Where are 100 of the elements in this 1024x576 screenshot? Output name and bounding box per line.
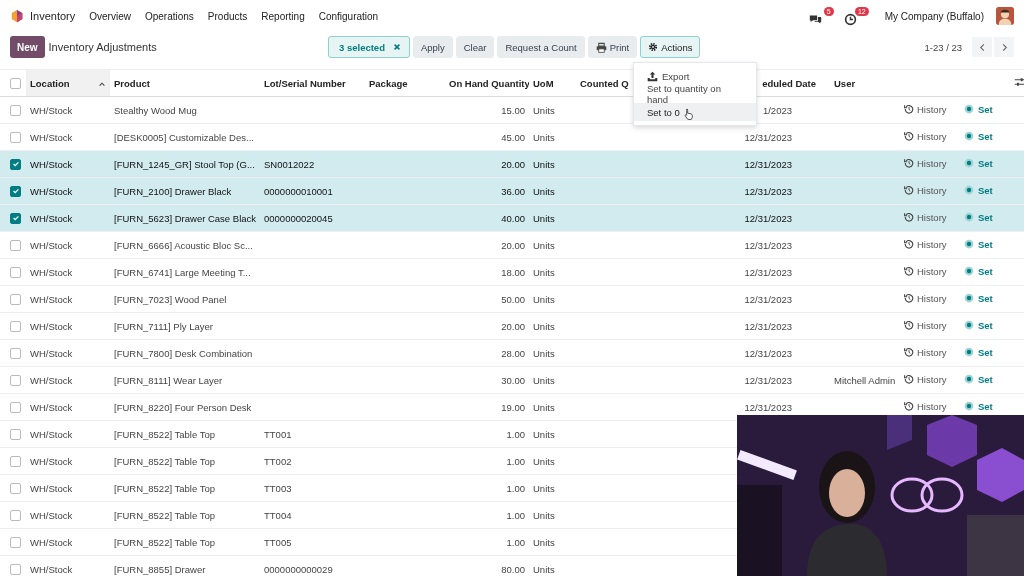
table-cell: WH/Stock (30, 212, 73, 224)
row-checkbox[interactable] (10, 105, 21, 116)
toolbar-button[interactable]: Apply (412, 36, 453, 58)
row-checkbox[interactable] (10, 510, 21, 521)
row-checkbox[interactable] (10, 132, 21, 143)
table-cell: 12/31/2023 (744, 320, 792, 332)
set-link[interactable]: Set (964, 103, 993, 115)
set-link[interactable]: Set (964, 373, 993, 385)
row-checkbox[interactable] (10, 321, 21, 332)
history-link[interactable]: History (904, 400, 947, 412)
row-checkbox[interactable] (10, 267, 21, 278)
set-link[interactable]: Set (964, 130, 993, 142)
table-cell: Units (533, 401, 555, 413)
table-cell: [FURN_7111] Ply Layer (114, 320, 213, 332)
table-cell: WH/Stock (30, 563, 73, 575)
row-checkbox[interactable] (10, 564, 21, 575)
menu-option[interactable]: Export (634, 67, 756, 85)
column-header[interactable]: On Hand Quantity (449, 77, 529, 89)
column-header[interactable]: Product (114, 77, 150, 89)
history-link[interactable]: History (904, 373, 947, 385)
column-header[interactable]: eduled Date (762, 77, 816, 89)
history-link[interactable]: History (904, 130, 947, 142)
history-link[interactable]: History (904, 265, 947, 277)
table-cell: 1.00 (506, 509, 525, 521)
menu-option[interactable]: Set to quantity on hand (634, 85, 756, 103)
table-cell: Units (533, 536, 555, 548)
table-cell: TT005 (264, 536, 292, 548)
toolbar-button[interactable]: Print (587, 36, 638, 58)
table-cell: Units (533, 131, 555, 143)
column-header[interactable]: User (834, 77, 856, 89)
row-checkbox[interactable] (10, 456, 21, 467)
history-link[interactable]: History (904, 103, 947, 115)
table-cell: [FURN_8220] Four Person Desk (114, 401, 252, 413)
company-switcher[interactable]: My Company (Buffalo) (884, 10, 984, 22)
history-icon (904, 158, 914, 169)
menu-item[interactable]: Products (207, 10, 248, 22)
set-link[interactable]: Set (964, 238, 993, 250)
table-cell: WH/Stock (30, 509, 73, 521)
new-button[interactable]: New (10, 36, 45, 58)
set-icon (964, 266, 974, 277)
row-checkbox[interactable] (10, 294, 21, 305)
table-cell: TT003 (264, 482, 292, 494)
history-icon (904, 266, 914, 277)
row-checkbox[interactable] (10, 213, 21, 224)
row-checkbox[interactable] (10, 186, 21, 197)
table-cell: Units (533, 185, 555, 197)
history-icon (904, 185, 914, 196)
set-icon (964, 293, 974, 304)
row-checkbox[interactable] (10, 159, 21, 170)
table-cell: 12/31/2023 (744, 374, 792, 386)
table-cell: 18.00 (501, 266, 525, 278)
set-link[interactable]: Set (964, 319, 993, 331)
select-all-checkbox[interactable] (10, 78, 21, 89)
toolbar-button[interactable]: Clear (455, 36, 495, 58)
toolbar-button[interactable]: Request a Count (497, 36, 585, 58)
menu-item[interactable]: Configuration (318, 10, 379, 22)
column-header[interactable]: Lot/Serial Number (264, 77, 346, 89)
set-link[interactable]: Set (964, 292, 993, 304)
table-cell: [FURN_8522] Table Top (114, 428, 216, 440)
row-checkbox[interactable] (10, 483, 21, 494)
row-checkbox[interactable] (10, 429, 21, 440)
menu-item[interactable]: Reporting (261, 10, 305, 22)
set-link[interactable]: Set (964, 400, 993, 412)
column-header[interactable]: UoM (533, 77, 554, 89)
app-logo-icon[interactable] (10, 9, 24, 23)
table-cell: Units (533, 347, 555, 359)
table-cell: 12/31/2023 (744, 131, 792, 143)
close-icon (392, 43, 401, 51)
column-header[interactable]: Package (369, 77, 408, 89)
menu-option[interactable]: Set to 0 (634, 103, 756, 121)
history-link[interactable]: History (904, 238, 947, 250)
row-checkbox[interactable] (10, 375, 21, 386)
previous-button[interactable] (972, 37, 992, 57)
selection-button[interactable]: 3 selected (328, 36, 410, 58)
table-cell: 40.00 (501, 212, 525, 224)
mouse-pointer-icon (684, 108, 694, 120)
table-cell: [DESK0005] Customizable Des... (114, 131, 254, 143)
menu-item[interactable]: Operations (144, 10, 194, 22)
set-link[interactable]: Set (964, 265, 993, 277)
next-button[interactable] (994, 37, 1014, 57)
row-checkbox[interactable] (10, 537, 21, 548)
table-cell: Units (533, 428, 555, 440)
set-icon (964, 347, 974, 358)
toolbar-button[interactable]: Actions (640, 36, 701, 58)
column-settings-icon[interactable] (1014, 76, 1024, 88)
table-cell: WH/Stock (30, 131, 73, 143)
row-checkbox[interactable] (10, 348, 21, 359)
menu-item[interactable]: Overview (89, 10, 131, 22)
table-cell: 12/31/2023 (744, 347, 792, 359)
history-link[interactable]: History (904, 346, 947, 358)
history-icon (904, 347, 914, 358)
user-avatar-icon[interactable] (996, 7, 1014, 25)
row-checkbox[interactable] (10, 402, 21, 413)
history-link[interactable]: History (904, 319, 947, 331)
app-name[interactable]: Inventory (30, 10, 76, 22)
history-link[interactable]: History (904, 292, 947, 304)
set-link[interactable]: Set (964, 346, 993, 358)
column-header[interactable]: Counted Q (580, 77, 629, 89)
row-checkbox[interactable] (10, 240, 21, 251)
table-cell: WH/Stock (30, 320, 73, 332)
